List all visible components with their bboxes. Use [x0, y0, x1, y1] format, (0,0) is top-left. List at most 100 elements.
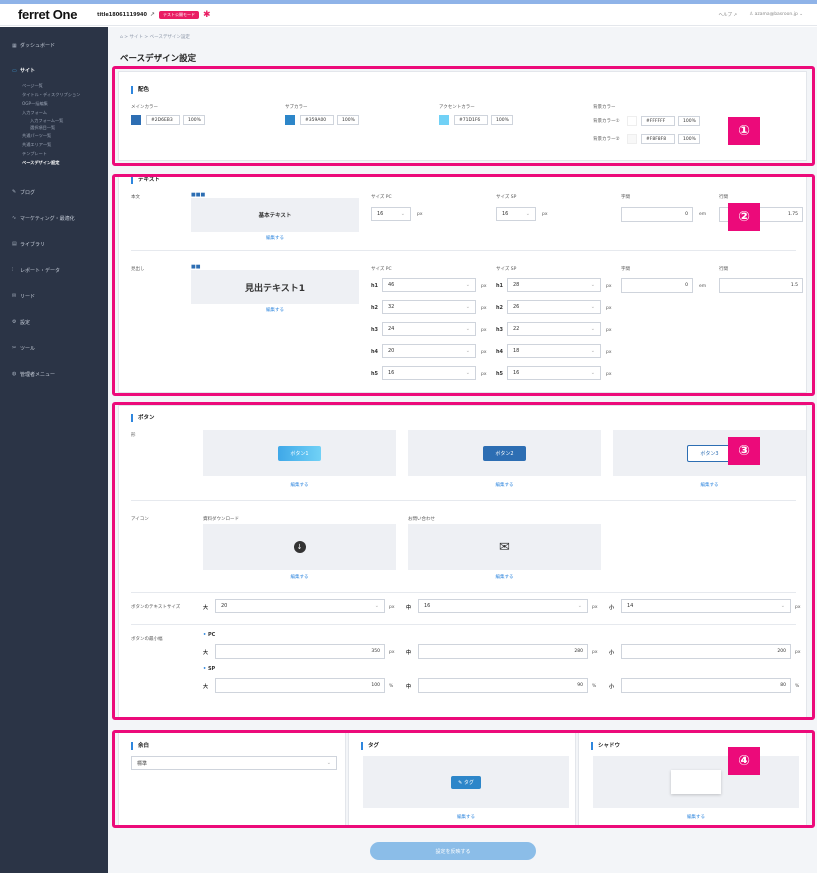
button3-sample[interactable]: ボタン3 [687, 444, 732, 462]
heading-edit-link[interactable]: 編集する [191, 307, 359, 313]
ts-small-select[interactable]: 14 ⌄ [621, 599, 791, 613]
annotation-badge-1: ① [728, 117, 760, 145]
sidebar-item-tool[interactable]: ✂ ツール [0, 335, 108, 361]
body-edit-link[interactable]: 編集する [191, 235, 359, 241]
h3-pc-select[interactable]: 24 ⌄ [382, 322, 476, 336]
bg1-hex[interactable]: #FFFFFF [641, 116, 675, 126]
envelope-icon[interactable]: ✉ [499, 540, 510, 555]
pc-medium-input[interactable]: 280 [418, 644, 588, 659]
sidebar-sub-base-design[interactable]: ベースデザイン設定 [0, 158, 108, 167]
sidebar-item-blog[interactable]: ✎ ブログ [0, 179, 108, 205]
main-color-opacity[interactable]: 100% [183, 115, 205, 125]
external-link-icon[interactable]: ↗ [150, 11, 155, 18]
contact-icon-edit-link[interactable]: 編集する [408, 574, 601, 580]
sub-color-hex[interactable]: #359A00 [300, 115, 334, 125]
test-mode-badge[interactable]: テスト公開モード [159, 10, 200, 19]
button3-edit-link[interactable]: 編集する [613, 482, 806, 488]
sidebar-item-dashboard[interactable]: ▦ ダッシュボード [0, 39, 108, 52]
heading-lh-input[interactable]: 1.5 [719, 278, 803, 293]
tag-preview: ✎ タグ [363, 756, 569, 808]
ts-small-label: 小 [609, 605, 615, 611]
heading-spacing-input[interactable]: 0 [621, 278, 693, 293]
user-menu[interactable]: ♙ azama@basroon.jp ⌄ [749, 12, 803, 17]
color-card: 配色 メインカラー #2D6EB3 100% サブカラー #359A00 100… [118, 71, 807, 161]
sidebar-item-library[interactable]: ▤ ライブラリ [0, 231, 108, 257]
pc-small-unit: px [795, 650, 801, 655]
tag-sample[interactable]: ✎ タグ [451, 775, 481, 789]
bg2-swatch[interactable] [627, 134, 637, 144]
pc-small-input[interactable]: 200 [621, 644, 791, 659]
h4-sp-select[interactable]: 18 ⌄ [507, 344, 601, 358]
pc-large-input[interactable]: 350 [215, 644, 385, 659]
sidebar-sub-common-parts[interactable]: 共通パーツ一覧 [0, 131, 108, 140]
sp-small-label: 小 [609, 684, 615, 690]
bg1-opacity[interactable]: 100% [678, 116, 700, 126]
shadow-edit-link[interactable]: 編集する [593, 814, 799, 820]
sidebar-item-admin[interactable]: ◍ 管理者メニュー [0, 361, 108, 387]
shadow-sample[interactable] [671, 770, 721, 794]
bg2-opacity[interactable]: 100% [678, 134, 700, 144]
sidebar-item-site[interactable]: ▭ サイト [0, 64, 108, 77]
bg2-label: 背景カラー② [593, 137, 620, 142]
margin-select[interactable]: 標準 ⌄ [131, 756, 337, 770]
body-size-sp-select[interactable]: 16 ⌄ [496, 207, 536, 221]
h5-pc-select[interactable]: 16 ⌄ [382, 366, 476, 380]
sp-large-input[interactable]: 100 [215, 678, 385, 693]
body-size-pc-select[interactable]: 16 ⌄ [371, 207, 411, 221]
h2-sp-select[interactable]: 26 ⌄ [507, 300, 601, 314]
h3-sp-select[interactable]: 22 ⌄ [507, 322, 601, 336]
ts-medium-select[interactable]: 16 ⌄ [418, 599, 588, 613]
sidebar-sub-title-desc[interactable]: タイトル・ディスクリプション [0, 90, 108, 99]
gear-icon[interactable]: ✱ [203, 10, 211, 20]
sidebar-item-lead[interactable]: ✉ リード [0, 283, 108, 309]
ts-large-select[interactable]: 20 ⌄ [215, 599, 385, 613]
sidebar-sub-ogp[interactable]: OGP一括編集 [0, 99, 108, 108]
button-card: ボタン 形 ボタン1 編集する ボタン2 編集する ボタン3 編集する アイコン… [118, 405, 807, 719]
apply-settings-button[interactable]: 設定を反映する [370, 842, 536, 860]
sp-large-unit: % [389, 684, 394, 689]
sidebar-sub-pages[interactable]: ページ一覧 [0, 81, 108, 90]
accent-color-swatch[interactable] [439, 115, 449, 125]
breadcrumb[interactable]: ⌂ > サイト > ベースデザイン設定 [120, 34, 190, 40]
h2-pc-label: h2 [371, 305, 379, 311]
sidebar-sub-common-areas[interactable]: 共通エリア一覧 [0, 140, 108, 149]
body-text-label: 本文 [131, 195, 140, 200]
site-title[interactable]: title18061119940 [97, 12, 147, 18]
h2-pc-select[interactable]: 32 ⌄ [382, 300, 476, 314]
h1-pc-select[interactable]: 46 ⌄ [382, 278, 476, 292]
bg2-hex[interactable]: #F8F8F8 [641, 134, 675, 144]
sidebar-sub-form[interactable]: 入力フォーム [0, 108, 108, 117]
download-icon-edit-link[interactable]: 編集する [203, 574, 396, 580]
sp-small-input[interactable]: 80 [621, 678, 791, 693]
h4-pc-select[interactable]: 20 ⌄ [382, 344, 476, 358]
button1-sample[interactable]: ボタン1 [278, 445, 321, 461]
h5-sp-select[interactable]: 16 ⌄ [507, 366, 601, 380]
sidebar-item-settings[interactable]: ⚙ 設定 [0, 309, 108, 335]
sidebar-sub-templates[interactable]: テンプレート [0, 149, 108, 158]
main-color-swatch[interactable] [131, 115, 141, 125]
main-color-hex[interactable]: #2D6EB3 [146, 115, 180, 125]
body-spacing-input[interactable]: 0 [621, 207, 693, 222]
sidebar-sub-form-list[interactable]: 入力フォーム一覧 [0, 117, 108, 124]
button-divider-1 [131, 500, 796, 501]
sp-medium-input[interactable]: 90 [418, 678, 588, 693]
download-icon[interactable]: ↓ [293, 541, 306, 553]
logo[interactable]: ferret One [18, 7, 77, 22]
h1-sp-select[interactable]: 28 ⌄ [507, 278, 601, 292]
sidebar-sub-choices[interactable]: 選択項目一覧 [0, 124, 108, 131]
sub-color-opacity[interactable]: 100% [337, 115, 359, 125]
sidebar-item-report[interactable]: ⫶ レポート・データ [0, 257, 108, 283]
pc-small-label: 小 [609, 650, 615, 656]
button2-edit-link[interactable]: 編集する [408, 482, 601, 488]
button2-sample[interactable]: ボタン2 [483, 445, 526, 461]
bg1-swatch[interactable] [627, 116, 637, 126]
accent-color-hex[interactable]: #71D1F6 [454, 115, 488, 125]
sub-color-swatch[interactable] [285, 115, 295, 125]
blog-icon: ✎ [12, 189, 17, 195]
button1-edit-link[interactable]: 編集する [203, 482, 396, 488]
help-link[interactable]: ヘルプ ↗ [719, 12, 738, 18]
heading-lh-label: 行間 [719, 267, 728, 272]
sidebar-item-marketing[interactable]: ∿ マーケティング・最適化 [0, 205, 108, 231]
accent-color-opacity[interactable]: 100% [491, 115, 513, 125]
tag-edit-link[interactable]: 編集する [363, 814, 569, 820]
